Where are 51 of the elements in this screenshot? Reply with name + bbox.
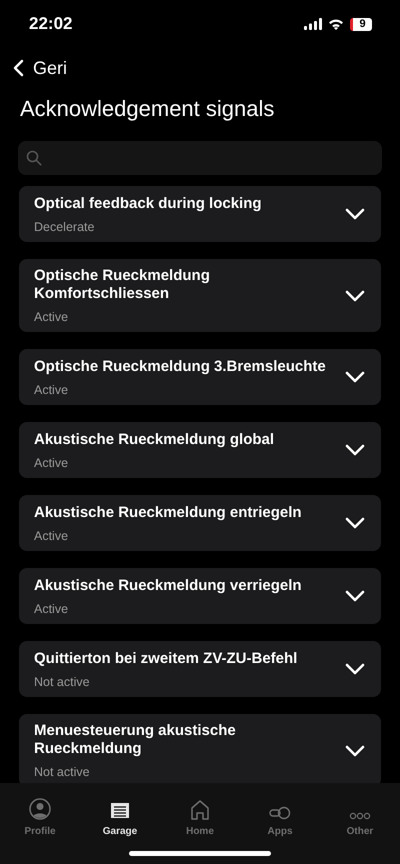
setting-title: Optical feedback during locking [34, 194, 263, 212]
profile-tab[interactable]: Profile [8, 793, 72, 837]
setting-card[interactable]: Optische Rueckmeldung Komfortschliessen Active [19, 259, 381, 332]
setting-title: Akustische Rueckmeldung entriegeln [34, 504, 303, 522]
setting-card[interactable]: Optische Rueckmeldung 3.Bremsleuchte Active [19, 349, 381, 405]
wifi-icon [328, 18, 344, 30]
search-icon [26, 150, 42, 166]
chevron-down-icon [345, 663, 365, 675]
garage-icon [110, 802, 130, 820]
setting-value: Active [34, 310, 70, 324]
setting-card[interactable]: Menuesteuerung akustische Rueckmeldung Not active [19, 714, 381, 783]
setting-title: Menuesteuerung akustische Rueckmeldung [34, 722, 237, 758]
apps-tab[interactable]: Apps [248, 793, 312, 837]
setting-value: Active [34, 456, 70, 470]
back-button[interactable]: Geri [13, 58, 68, 78]
setting-card[interactable]: Quittierton bei zweitem ZV-ZU-Befehl Not active [19, 641, 381, 697]
setting-value: Not active [34, 674, 91, 688]
setting-title: Optische Rueckmeldung 3.Bremsleuchte [34, 358, 327, 376]
chevron-down-icon [345, 371, 365, 383]
chevron-left-icon [13, 59, 24, 77]
chevron-down-icon [345, 517, 365, 529]
page-title: Acknowledgement signals [20, 95, 276, 123]
setting-value: Active [34, 528, 70, 542]
setting-card[interactable]: Optical feedback during locking Decelerate [19, 186, 381, 242]
chevron-down-icon [345, 590, 365, 602]
setting-value: Active [34, 382, 70, 396]
setting-title: Optische Rueckmeldung Komfortschliessen [34, 267, 211, 303]
person-icon [29, 798, 51, 820]
chevron-down-icon [345, 208, 365, 220]
chevron-down-icon [345, 744, 365, 756]
chevron-down-icon [345, 444, 365, 456]
setting-value: Active [34, 602, 70, 616]
more-icon [349, 812, 371, 820]
setting-card[interactable]: Akustische Rueckmeldung global Active [19, 422, 381, 478]
setting-value: Not active [34, 765, 91, 779]
other-tab[interactable]: Other [328, 793, 392, 837]
signal-icon [304, 18, 322, 30]
house-icon [190, 800, 210, 820]
setting-card[interactable]: Akustische Rueckmeldung entriegeln Active [19, 495, 381, 551]
chevron-down-icon [345, 290, 365, 302]
home-tab[interactable]: Home [168, 793, 232, 837]
setting-card[interactable]: Akustische Rueckmeldung verriegeln Active [19, 568, 381, 624]
setting-title: Quittierton bei zweitem ZV-ZU-Befehl [34, 650, 298, 668]
search-field[interactable] [18, 141, 382, 175]
status-time: 22:02 [29, 14, 72, 34]
setting-title: Akustische Rueckmeldung verriegeln [34, 576, 303, 594]
setting-value: Decelerate [34, 220, 96, 234]
setting-title: Akustische Rueckmeldung global [34, 430, 276, 448]
toggle-icon [269, 806, 291, 820]
garage-tab[interactable]: Garage [88, 793, 152, 837]
battery-indicator: 9 [350, 18, 372, 30]
